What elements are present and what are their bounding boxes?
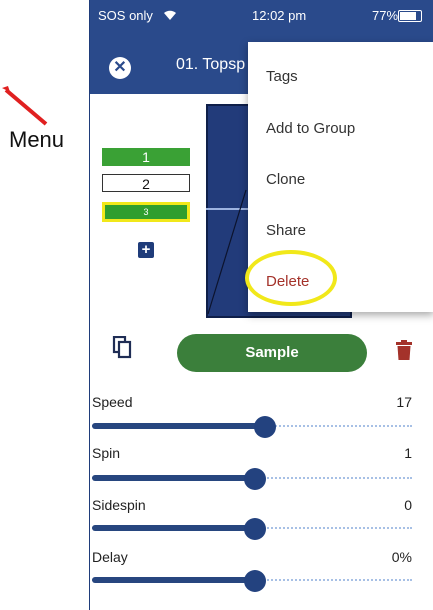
delay-slider-thumb[interactable] [244,570,267,592]
ball-item-1[interactable]: 1 [102,148,190,166]
delay-label: Delay [92,549,128,565]
sidespin-label: Sidespin [92,497,146,513]
speed-slider[interactable] [92,416,412,438]
delete-highlight-circle [245,250,337,306]
menu-item-tags[interactable]: Tags [266,68,298,85]
sidespin-value: 0 [404,497,412,513]
annotation-menu-label: Menu [9,127,65,152]
menu-item-add-to-group[interactable]: Add to Group [266,120,355,137]
spin-slider[interactable] [92,468,412,490]
battery-icon [398,10,422,22]
overflow-menu: Tags Add to Group Clone Share Delete [245,42,433,312]
close-icon[interactable]: ✕ [109,57,131,79]
status-carrier: SOS only [98,8,153,23]
speed-slider-thumb[interactable] [253,416,276,438]
add-icon[interactable]: + [138,242,154,258]
sidespin-slider-thumb[interactable] [244,518,267,540]
ball-item-2[interactable]: 2 [102,174,190,192]
speed-label: Speed [92,394,133,410]
menu-item-share[interactable]: Share [266,222,306,239]
ball-item-3[interactable]: 3 [102,202,190,222]
speed-value: 17 [396,394,412,410]
status-bar: SOS only 12:02 pm 77% [90,0,433,38]
phone-screen: SOS only 12:02 pm 77% ✕ 01. Topsp 1 2 3 … [89,0,433,610]
wifi-icon [164,10,176,20]
sidespin-slider[interactable] [92,518,412,540]
page-title: 01. Topsp [176,56,246,73]
delay-slider[interactable] [92,570,412,592]
menu-item-clone[interactable]: Clone [266,171,305,188]
sample-button[interactable]: Sample [177,334,367,372]
copy-icon[interactable] [112,336,134,360]
trash-icon[interactable] [396,340,412,360]
delay-value: 0% [391,549,412,565]
status-battery-percent: 77% [372,8,399,23]
spin-slider-thumb[interactable] [244,468,267,490]
spin-value: 1 [404,445,412,461]
status-time: 12:02 pm [252,8,307,23]
spin-label: Spin [92,445,121,461]
